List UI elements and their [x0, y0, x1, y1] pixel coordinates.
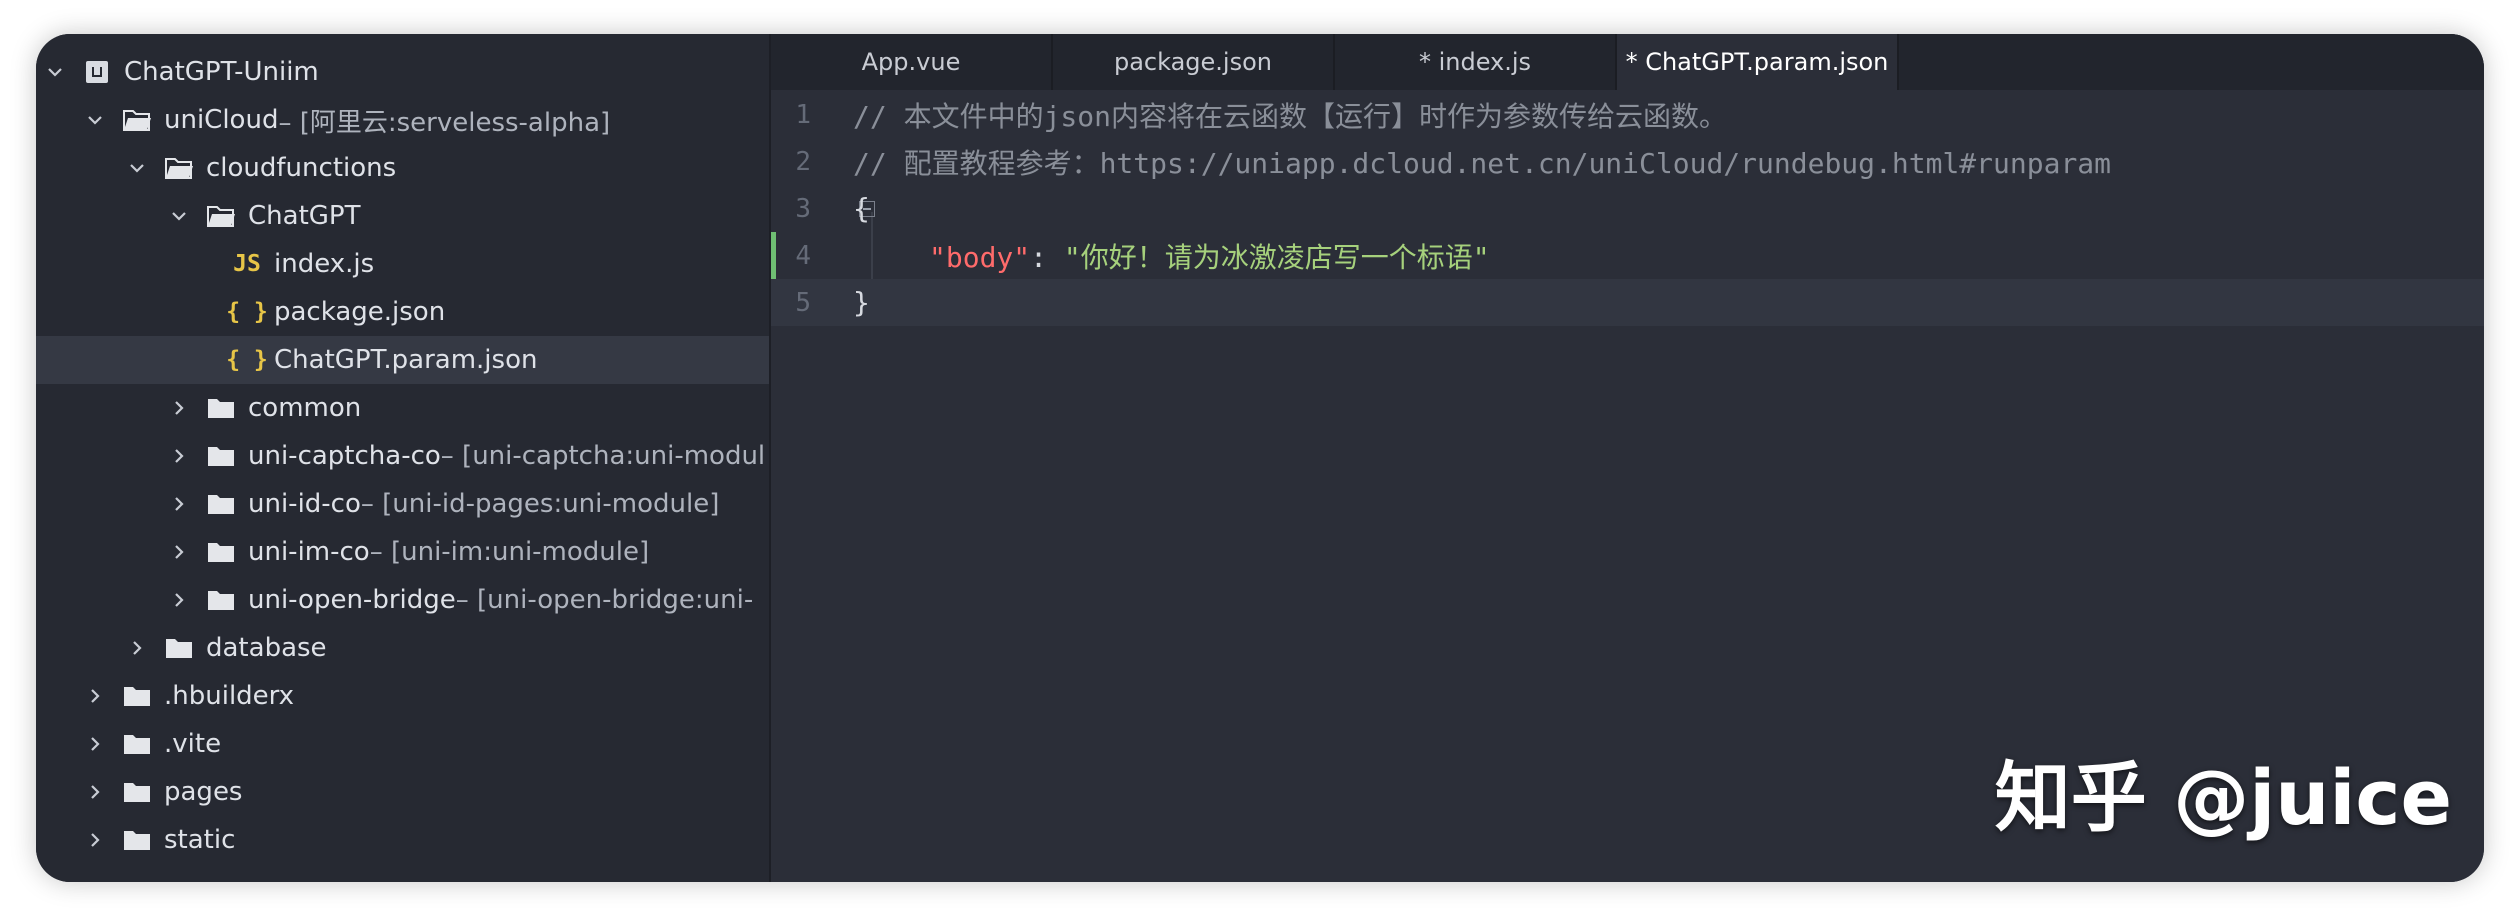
tree-item-label: uni-im-co [248, 537, 370, 567]
line-number: 1 [795, 99, 811, 130]
folder-open-icon [122, 107, 152, 133]
tree-item-label: uni-open-bridge [248, 585, 456, 615]
code-line-current[interactable]: 5 } [771, 279, 2484, 326]
watermark: 知乎 @juice [1994, 753, 2452, 842]
tree-item-static[interactable]: static [36, 816, 769, 864]
tree-item-hbuilderx[interactable]: .hbuilderx [36, 672, 769, 720]
tree-item-uni-captcha-co[interactable]: uni-captcha-co – [uni-captcha:uni-modul [36, 432, 769, 480]
tree-item-label: ChatGPT-Uniim [124, 57, 319, 87]
tree-item-database[interactable]: database [36, 624, 769, 672]
code-line[interactable]: 3 { [771, 185, 2484, 232]
tree-item-suffix: – [uni-id-pages:uni-module] [360, 489, 720, 519]
tree-item-label: ChatGPT [248, 201, 361, 231]
line-number: 2 [795, 146, 811, 177]
folder-icon [164, 635, 194, 661]
tree-item-label: pages [164, 777, 243, 807]
code-line[interactable]: 1 // 本文件中的json内容将在云函数【运行】时作为参数传给云函数。 [771, 91, 2484, 138]
json-key: "body" [929, 240, 1031, 274]
code-line[interactable]: 4 "body": "你好！请为冰激凌店写一个标语" [771, 232, 2484, 279]
tree-item-label: uniCloud [164, 105, 279, 135]
code-brace: } [853, 286, 870, 319]
folder-icon [206, 587, 236, 613]
folder-open-icon [164, 155, 194, 181]
folder-icon [122, 683, 152, 709]
tree-item-suffix: – [uni-captcha:uni-modul [440, 441, 766, 471]
line-number: 3 [795, 193, 811, 224]
chevron-down-icon[interactable] [42, 59, 68, 85]
tree-item-label: .vite [164, 729, 222, 759]
chevron-down-icon[interactable] [124, 155, 150, 181]
folder-icon [206, 491, 236, 517]
tree-item-common[interactable]: common [36, 384, 769, 432]
tree-item-unicloud[interactable]: uniCloud – [阿里云:serveless-alpha] [36, 96, 769, 144]
json-string-value: "你好！请为冰激凌店写一个标语" [1063, 240, 1490, 274]
folder-icon [122, 827, 152, 853]
chevron-right-icon[interactable] [82, 731, 108, 757]
tree-item-label: package.json [274, 297, 446, 327]
tree-item-chatgpt[interactable]: ChatGPT [36, 192, 769, 240]
tree-item-index-js[interactable]: JS index.js [36, 240, 769, 288]
chevron-right-icon[interactable] [82, 827, 108, 853]
line-number: 5 [795, 287, 811, 318]
tree-item-label: uni-id-co [248, 489, 361, 519]
tree-item-label: uni-captcha-co [248, 441, 441, 471]
chevron-right-icon[interactable] [166, 395, 192, 421]
tree-item-label: .hbuilderx [164, 681, 295, 711]
code-json-entry: "body": "你好！请为冰激凌店写一个标语" [929, 236, 1490, 276]
chevron-right-icon[interactable] [166, 587, 192, 613]
tab-package-json[interactable]: package.json [1053, 34, 1335, 90]
folder-icon [206, 443, 236, 469]
tree-item-suffix: – [uni-open-bridge:uni- [455, 585, 754, 615]
chevron-down-icon[interactable] [82, 107, 108, 133]
chevron-right-icon[interactable] [166, 491, 192, 517]
tree-item-uni-im-co[interactable]: uni-im-co – [uni-im:uni-module] [36, 528, 769, 576]
folder-icon [122, 731, 152, 757]
tree-item-project-root[interactable]: ChatGPT-Uniim [36, 48, 769, 96]
tree-item-label: ChatGPT.param.json [274, 345, 538, 375]
code-editor[interactable]: App.vue package.json * index.js * ChatGP… [771, 34, 2484, 882]
tree-item-label: index.js [274, 249, 375, 279]
tree-item-label: cloudfunctions [206, 153, 397, 183]
tree-item-suffix: – [uni-im:uni-module] [369, 537, 650, 567]
code-comment: // 本文件中的json内容将在云函数【运行】时作为参数传给云函数。 [853, 99, 1728, 133]
chevron-right-icon[interactable] [166, 539, 192, 565]
json-colon: : [1030, 240, 1064, 274]
line-number: 4 [795, 240, 811, 271]
json-file-icon: { } [226, 299, 268, 325]
tree-item-vite[interactable]: .vite [36, 720, 769, 768]
chevron-right-icon[interactable] [166, 443, 192, 469]
code-line[interactable]: 2 // 配置教程参考：https://uniapp.dcloud.net.cn… [771, 138, 2484, 185]
chevron-right-icon[interactable] [124, 635, 150, 661]
folder-icon [206, 395, 236, 421]
code-brace: { [853, 192, 870, 225]
chevron-right-icon[interactable] [82, 683, 108, 709]
tab-app-vue[interactable]: App.vue [771, 34, 1053, 90]
ide-window: ChatGPT-Uniim uniCloud – [阿里云:serveless-… [36, 34, 2484, 882]
folder-open-icon [206, 203, 236, 229]
tab-chatgpt-param-json[interactable]: * ChatGPT.param.json [1617, 34, 1899, 90]
js-file-icon: JS [233, 251, 261, 277]
tree-item-suffix: – [阿里云:serveless-alpha] [278, 107, 611, 138]
chevron-right-icon[interactable] [82, 779, 108, 805]
project-icon [82, 59, 112, 85]
json-file-icon: { } [226, 347, 268, 373]
tree-item-pages[interactable]: pages [36, 768, 769, 816]
tab-index-js[interactable]: * index.js [1335, 34, 1617, 90]
editor-tab-bar: App.vue package.json * index.js * ChatGP… [771, 34, 2484, 90]
tree-item-chatgpt-param-json[interactable]: { } ChatGPT.param.json [36, 336, 769, 384]
code-comment: // 配置教程参考：https://uniapp.dcloud.net.cn/u… [853, 146, 2112, 180]
tree-item-label: common [248, 393, 362, 423]
project-explorer[interactable]: ChatGPT-Uniim uniCloud – [阿里云:serveless-… [36, 34, 771, 882]
tree-item-label: database [206, 633, 327, 663]
chevron-down-icon[interactable] [166, 203, 192, 229]
folder-icon [122, 779, 152, 805]
tree-item-package-json[interactable]: { } package.json [36, 288, 769, 336]
tree-item-cloudfunctions[interactable]: cloudfunctions [36, 144, 769, 192]
folder-icon [206, 539, 236, 565]
tree-item-uni-open-bridge[interactable]: uni-open-bridge – [uni-open-bridge:uni- [36, 576, 769, 624]
tree-item-uni-id-co[interactable]: uni-id-co – [uni-id-pages:uni-module] [36, 480, 769, 528]
tree-item-label: static [164, 825, 236, 855]
